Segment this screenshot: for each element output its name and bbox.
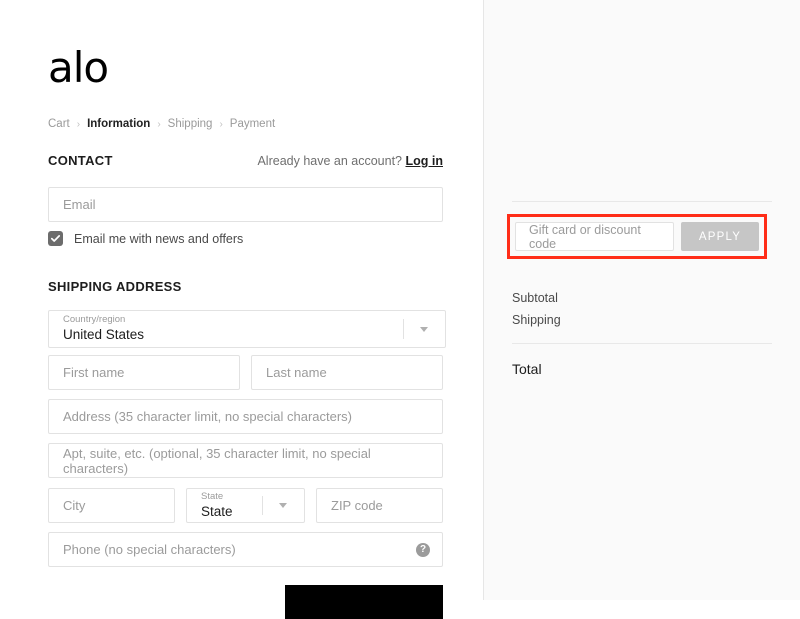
- chevron-down-icon: [279, 503, 287, 508]
- breadcrumb-item-information[interactable]: Information: [87, 118, 150, 130]
- country-region-arrow[interactable]: [403, 311, 445, 347]
- country-region-body: Country/region United States: [49, 311, 403, 347]
- address-placeholder: Address (35 character limit, no special …: [63, 409, 353, 424]
- alo-logo[interactable]: alo: [48, 47, 109, 89]
- breadcrumb-item-payment[interactable]: Payment: [230, 118, 275, 130]
- state-value: State: [201, 503, 233, 519]
- breadcrumb: Cart › Information › Shipping › Payment: [48, 118, 275, 130]
- gift-card-placeholder: Gift card or discount code: [529, 222, 641, 251]
- address-input[interactable]: Address (35 character limit, no special …: [48, 399, 443, 434]
- total-row: Total: [512, 361, 772, 377]
- subtotal-row: Subtotal: [512, 291, 772, 305]
- first-name-placeholder: First name: [63, 365, 125, 380]
- chevron-right-icon: ›: [219, 118, 223, 130]
- apartment-input[interactable]: Apt, suite, etc. (optional, 35 character…: [48, 443, 443, 478]
- newsletter-label: Email me with news and offers: [74, 231, 244, 246]
- gift-card-highlight-box: Gift card or discount code APPLY: [507, 214, 767, 259]
- country-region-select[interactable]: Country/region United States: [48, 310, 446, 348]
- chevron-right-icon: ›: [157, 118, 161, 130]
- account-prompt-text: Already have an account?: [257, 154, 403, 168]
- last-name-input[interactable]: Last name: [251, 355, 443, 390]
- continue-button[interactable]: [285, 585, 443, 619]
- newsletter-checkbox[interactable]: [48, 231, 63, 246]
- shipping-row: Shipping: [512, 313, 772, 327]
- zip-code-placeholder: ZIP code: [331, 498, 383, 513]
- state-arrow[interactable]: [262, 489, 304, 522]
- country-region-label: Country/region: [63, 314, 126, 326]
- gift-card-input[interactable]: Gift card or discount code: [515, 222, 674, 251]
- zip-code-input[interactable]: ZIP code: [316, 488, 443, 523]
- summary-top-divider: [512, 201, 772, 202]
- country-region-value: United States: [63, 327, 145, 343]
- state-label: State: [201, 490, 224, 502]
- checkout-page: alo Cart › Information › Shipping › Paym…: [0, 0, 800, 619]
- checkout-form-column: alo Cart › Information › Shipping › Paym…: [0, 0, 484, 619]
- city-placeholder: City: [63, 498, 86, 513]
- breadcrumb-item-cart[interactable]: Cart: [48, 118, 70, 130]
- contact-section-title: CONTACT: [48, 153, 113, 168]
- state-select[interactable]: State State: [186, 488, 305, 523]
- last-name-placeholder: Last name: [266, 365, 327, 380]
- newsletter-opt-in-row[interactable]: Email me with news and offers: [48, 231, 243, 246]
- shipping-section-title: SHIPPING ADDRESS: [48, 279, 182, 294]
- chevron-down-icon: [420, 326, 428, 332]
- total-label: Total: [512, 361, 542, 377]
- chevron-right-icon: ›: [76, 118, 81, 130]
- email-input[interactable]: Email: [48, 187, 443, 222]
- apartment-placeholder: Apt, suite, etc. (optional, 35 character…: [63, 445, 371, 476]
- first-name-input[interactable]: First name: [48, 355, 240, 390]
- contact-section-header: CONTACT Already have an account? Log in: [48, 153, 443, 168]
- question-mark-icon[interactable]: ?: [416, 542, 430, 557]
- summary-totals-divider: [512, 343, 772, 344]
- apply-button[interactable]: APPLY: [681, 222, 759, 251]
- log-in-link[interactable]: Log in: [406, 154, 444, 168]
- breadcrumb-item-shipping[interactable]: Shipping: [168, 118, 213, 130]
- city-input[interactable]: City: [48, 488, 175, 523]
- phone-placeholder: Phone (no special characters): [63, 542, 236, 557]
- phone-input[interactable]: Phone (no special characters) ?: [48, 532, 443, 567]
- email-input-placeholder: Email: [63, 197, 96, 212]
- state-body: State State: [187, 489, 262, 522]
- subtotal-label: Subtotal: [512, 291, 558, 305]
- shipping-label: Shipping: [512, 313, 561, 327]
- account-prompt: Already have an account? Log in: [257, 154, 443, 168]
